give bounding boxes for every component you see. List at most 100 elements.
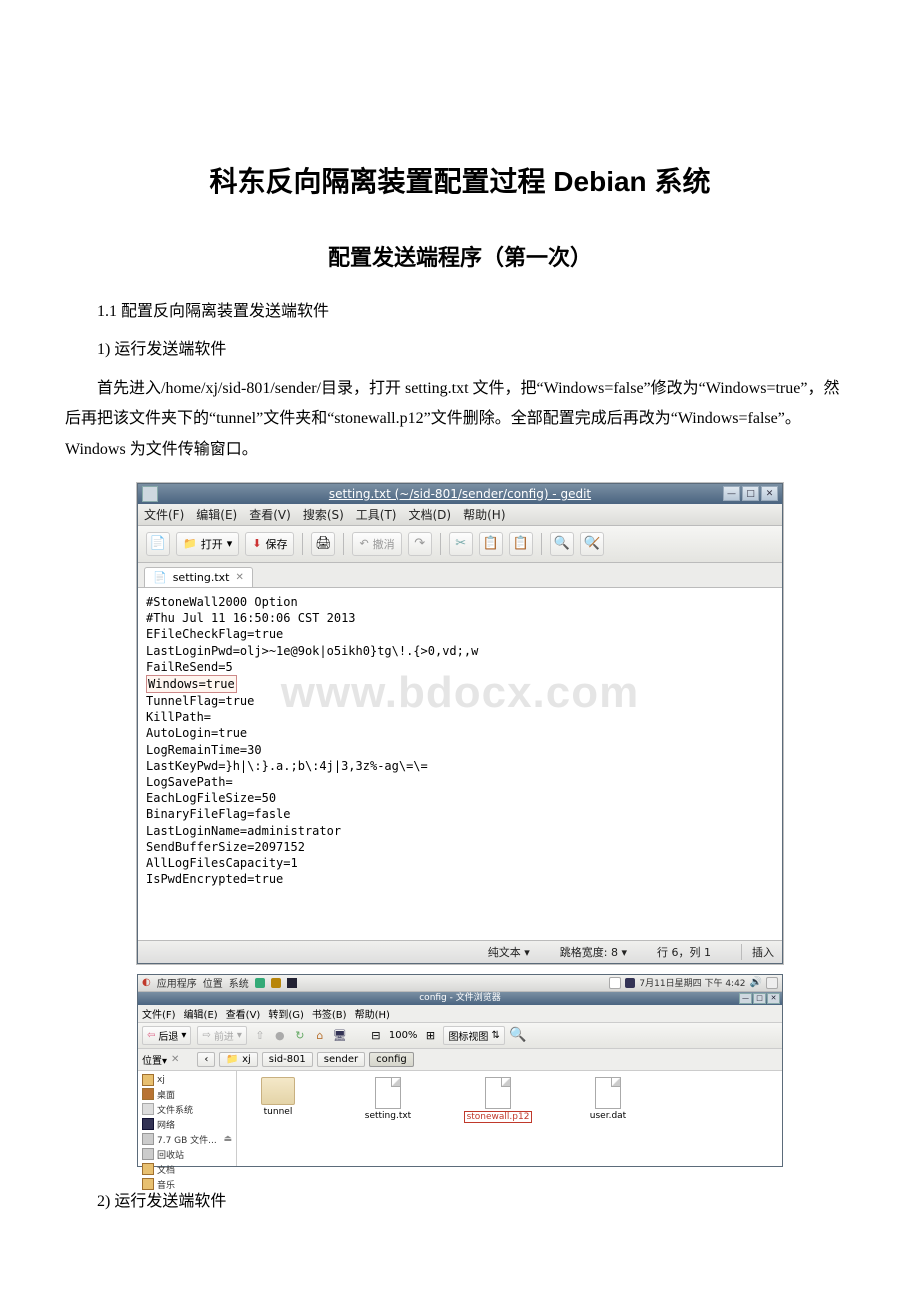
eject-icon[interactable]: ⏏ bbox=[223, 1134, 232, 1144]
fb-menu-go[interactable]: 转到(G) bbox=[268, 1006, 304, 1021]
fb-menu-edit[interactable]: 编辑(E) bbox=[184, 1006, 218, 1021]
home-button[interactable]: ⌂ bbox=[313, 1028, 327, 1042]
crumb-sender[interactable]: sender bbox=[317, 1052, 365, 1067]
menu-tools[interactable]: 工具(T) bbox=[356, 506, 397, 523]
save-button[interactable]: ⬇ 保存 bbox=[245, 532, 294, 556]
computer-button[interactable]: 🖥 bbox=[333, 1028, 347, 1042]
fb-toolbar: ⇦ 后退 ▾ ⇨ 前进 ▾ ⇧ ● ↻ ⌂ 🖥 ⊟ 100% ⊞ 图标视图 ⇅ … bbox=[138, 1023, 782, 1049]
app-icon bbox=[142, 486, 158, 502]
gnome-panel: ◐ 应用程序 位置 系统 7月11日星期四 下午 4:42 🔊 bbox=[138, 975, 782, 992]
syntax-selector[interactable]: 纯文本 ▾ bbox=[488, 944, 530, 960]
paste-button[interactable]: 📋 bbox=[509, 532, 533, 556]
zoom-in-button[interactable]: ⊞ bbox=[423, 1028, 437, 1042]
folder-icon bbox=[261, 1077, 295, 1105]
highlighted-line: Windows=true bbox=[146, 675, 237, 693]
step-2: 2) 运行发送端软件 bbox=[65, 1187, 855, 1217]
step-1: 1) 运行发送端软件 bbox=[65, 335, 855, 365]
tab-setting-txt[interactable]: 📄 setting.txt ✕ bbox=[144, 567, 253, 587]
redo-button[interactable]: ↷ bbox=[408, 532, 432, 556]
item-setting-txt[interactable]: setting.txt bbox=[353, 1077, 423, 1160]
side-trash[interactable]: 回收站 bbox=[142, 1147, 232, 1162]
panel-icon-2[interactable] bbox=[271, 978, 281, 988]
cut-button[interactable]: ✂ bbox=[449, 532, 473, 556]
panel-places[interactable]: 位置 bbox=[203, 975, 223, 990]
fb-titlebar: config - 文件浏览器 — □ ✕ bbox=[138, 992, 782, 1005]
cursor-position: 行 6，列 1 bbox=[657, 944, 711, 960]
crumb-sid801[interactable]: sid-801 bbox=[262, 1052, 313, 1067]
search-button[interactable]: 🔍 bbox=[511, 1028, 525, 1042]
undo-button[interactable]: ↶ 撤消 bbox=[352, 532, 401, 556]
chevron-up-down-icon: ⇅ bbox=[491, 1030, 499, 1041]
fb-menu-bookmarks[interactable]: 书签(B) bbox=[312, 1006, 347, 1021]
battery-icon[interactable] bbox=[766, 977, 778, 989]
panel-apps[interactable]: 应用程序 bbox=[157, 975, 197, 990]
back-icon: ⇦ bbox=[147, 1030, 155, 1041]
crumb-config[interactable]: config bbox=[369, 1052, 414, 1067]
close-location-icon[interactable]: ✕ bbox=[171, 1054, 179, 1065]
menu-edit[interactable]: 编辑(E) bbox=[196, 506, 237, 523]
find-button[interactable]: 🔍 bbox=[550, 532, 574, 556]
close-tab-icon[interactable]: ✕ bbox=[235, 572, 243, 583]
editor-area[interactable]: #StoneWall2000 Option #Thu Jul 11 16:50:… bbox=[138, 588, 782, 940]
side-documents[interactable]: 文档 bbox=[142, 1162, 232, 1177]
item-user-dat[interactable]: user.dat bbox=[573, 1077, 643, 1160]
gedit-titlebar: setting.txt (~/sid-801/sender/config) - … bbox=[138, 484, 782, 504]
side-filesystem[interactable]: 文件系统 bbox=[142, 1102, 232, 1117]
fb-close-button[interactable]: ✕ bbox=[767, 993, 780, 1004]
crumb-xj[interactable]: 📁 xj bbox=[219, 1052, 257, 1067]
separator bbox=[302, 533, 303, 555]
foot-icon[interactable]: ◐ bbox=[142, 977, 151, 988]
fb-minimize-button[interactable]: — bbox=[739, 993, 752, 1004]
item-tunnel[interactable]: tunnel bbox=[243, 1077, 313, 1160]
fb-icon-view[interactable]: tunnel setting.txt stonewall.p12 user.da… bbox=[237, 1071, 782, 1166]
stop-button[interactable]: ● bbox=[273, 1028, 287, 1042]
menu-view[interactable]: 查看(V) bbox=[249, 506, 291, 523]
keyboard-icon[interactable] bbox=[609, 977, 621, 989]
location-label[interactable]: 位置▾ bbox=[142, 1052, 167, 1067]
fb-menu-help[interactable]: 帮助(H) bbox=[355, 1006, 390, 1021]
open-button[interactable]: 📁 打开 ▾ bbox=[176, 532, 239, 556]
side-desktop[interactable]: 桌面 bbox=[142, 1087, 232, 1102]
chevron-down-icon: ▾ bbox=[181, 1030, 186, 1041]
fb-menu-view[interactable]: 查看(V) bbox=[226, 1006, 261, 1021]
side-network[interactable]: 网络 bbox=[142, 1117, 232, 1132]
menu-docs[interactable]: 文档(D) bbox=[409, 506, 452, 523]
menu-search[interactable]: 搜索(S) bbox=[303, 506, 344, 523]
close-button[interactable]: ✕ bbox=[761, 486, 778, 501]
menu-help[interactable]: 帮助(H) bbox=[463, 506, 505, 523]
status-bar: 纯文本 ▾ 跳格宽度: 8 ▾ 行 6，列 1 插入 bbox=[138, 940, 782, 963]
copy-button[interactable]: 📋 bbox=[479, 532, 503, 556]
gedit-window: setting.txt (~/sid-801/sender/config) - … bbox=[137, 483, 783, 964]
panel-icon-1[interactable] bbox=[255, 978, 265, 988]
monitor-icon[interactable] bbox=[625, 978, 635, 988]
volume-icon[interactable]: 🔊 bbox=[750, 977, 762, 988]
up-button[interactable]: ⇧ bbox=[253, 1028, 267, 1042]
file-icon bbox=[375, 1077, 401, 1109]
panel-icon-3[interactable] bbox=[287, 978, 297, 988]
zoom-out-button[interactable]: ⊟ bbox=[369, 1028, 383, 1042]
refresh-button[interactable]: ↻ bbox=[293, 1028, 307, 1042]
fb-menu-file[interactable]: 文件(F) bbox=[142, 1006, 176, 1021]
forward-button[interactable]: ⇨ 前进 ▾ bbox=[197, 1026, 246, 1045]
side-disk[interactable]: 7.7 GB 文件...⏏ bbox=[142, 1132, 232, 1147]
chevron-down-icon: ▾ bbox=[227, 537, 233, 550]
para-1: 首先进入/home/xj/sid-801/sender/目录，打开 settin… bbox=[65, 374, 855, 465]
file-icon bbox=[485, 1077, 511, 1109]
side-xj[interactable]: xj bbox=[142, 1073, 232, 1087]
tab-width-selector[interactable]: 跳格宽度: 8 ▾ bbox=[560, 944, 627, 960]
item-stonewall-p12[interactable]: stonewall.p12 bbox=[463, 1077, 533, 1160]
back-button[interactable]: ⇦ 后退 ▾ bbox=[142, 1026, 191, 1045]
new-file-button[interactable]: 📄 bbox=[146, 532, 170, 556]
file-icon bbox=[595, 1077, 621, 1109]
minimize-button[interactable]: — bbox=[723, 486, 740, 501]
fb-sidebar: xj 桌面 文件系统 网络 7.7 GB 文件...⏏ 回收站 文档 音乐 bbox=[138, 1071, 237, 1166]
view-mode-selector[interactable]: 图标视图 ⇅ bbox=[443, 1026, 504, 1045]
fb-maximize-button[interactable]: □ bbox=[753, 993, 766, 1004]
crumb-back[interactable]: ‹ bbox=[197, 1052, 215, 1067]
panel-system[interactable]: 系统 bbox=[229, 975, 249, 990]
print-button[interactable]: 🖨 bbox=[311, 532, 335, 556]
replace-button[interactable]: 🔍̸ bbox=[580, 532, 604, 556]
maximize-button[interactable]: □ bbox=[742, 486, 759, 501]
insert-mode: 插入 bbox=[741, 944, 774, 960]
menu-file[interactable]: 文件(F) bbox=[144, 506, 184, 523]
